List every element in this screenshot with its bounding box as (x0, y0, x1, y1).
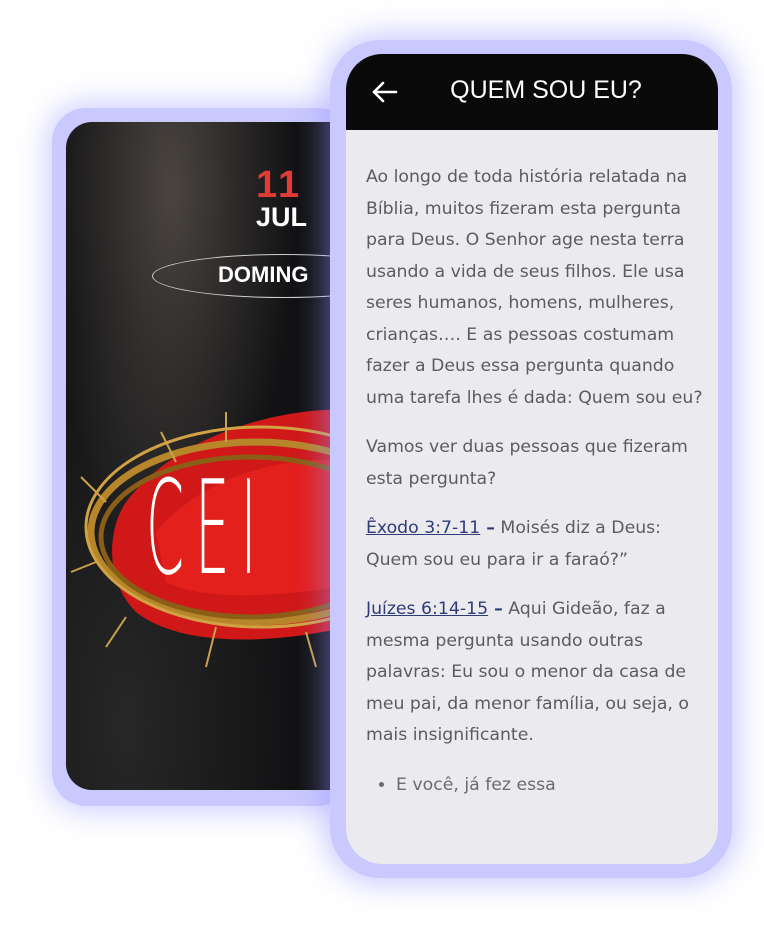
back-phone-screen: CEI 11 JUL DOMING (66, 122, 366, 790)
front-phone-screen: QUEM SOU EU? Ao longo de toda história r… (346, 54, 718, 864)
list-item: E você, já fez essa (396, 770, 706, 802)
art-title: CEI (146, 452, 268, 604)
lead-paragraph: Vamos ver duas pessoas que fizeram esta … (366, 437, 688, 489)
reference-dash: – (488, 599, 503, 619)
intro-paragraph: Ao longo de toda história relatada na Bí… (366, 167, 703, 408)
back-phone: CEI 11 JUL DOMING (52, 108, 366, 806)
app-bar: QUEM SOU EU? (346, 54, 718, 130)
scripture-link[interactable]: Juízes 6:14-15 (366, 599, 488, 619)
reference-text: Aqui Gideão, faz a mesma pergunta usando… (366, 599, 689, 745)
question-list: E você, já fez essa (366, 770, 706, 802)
event-day: 11 (256, 164, 303, 206)
reference-paragraph: Juízes 6:14-15 – Aqui Gideão, faz a mesm… (366, 594, 706, 752)
event-weekday: DOMING (218, 262, 309, 287)
reference-paragraph: Êxodo 3:7-11 – Moisés diz a Deus: Quem s… (366, 513, 706, 576)
page-title: QUEM SOU EU? (450, 76, 642, 104)
scripture-link[interactable]: Êxodo 3:7-11 (366, 518, 480, 538)
front-phone: QUEM SOU EU? Ao longo de toda história r… (330, 40, 732, 878)
article-body: Ao longo de toda história relatada na Bí… (366, 162, 706, 801)
reference-dash: – (480, 518, 495, 538)
event-month: JUL (256, 202, 308, 232)
